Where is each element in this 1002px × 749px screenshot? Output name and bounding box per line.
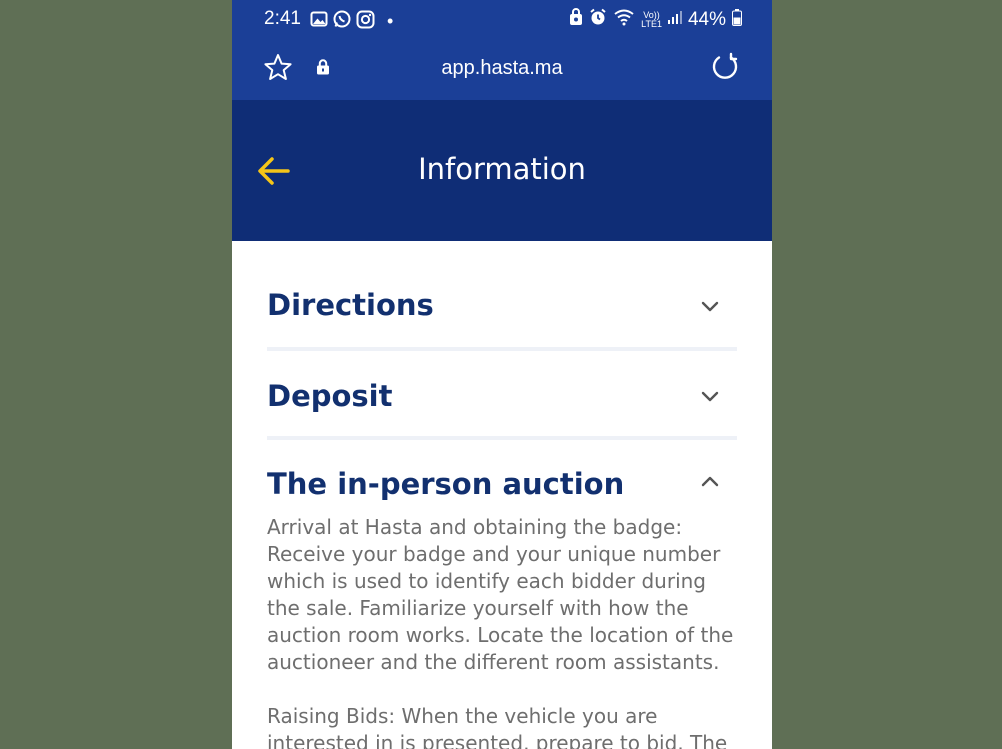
chevron-up-icon — [701, 476, 719, 487]
status-system-icons: Vo)) LTE1 44% — [569, 8, 742, 32]
alarm-icon — [589, 8, 607, 32]
nfc-lock-icon — [569, 8, 583, 32]
auction-paragraph-badge: Arrival at Hasta and obtaining the badge… — [267, 515, 734, 674]
chevron-down-icon — [701, 301, 719, 312]
image-icon — [310, 10, 328, 33]
network-label: LTE1 — [641, 19, 662, 29]
reload-icon — [712, 52, 738, 79]
page-title: Information — [418, 152, 586, 186]
whatsapp-icon — [332, 9, 352, 34]
accordion-title: The in-person auction — [267, 467, 625, 501]
accordion-title: Deposit — [267, 379, 393, 413]
reload-button[interactable] — [710, 52, 740, 82]
information-accordion: Directions Deposit The in-person auction… — [267, 241, 737, 749]
accordion-header-deposit[interactable]: Deposit — [267, 351, 737, 436]
accordion-header-directions[interactable]: Directions — [267, 241, 737, 347]
accordion-item-directions: Directions — [267, 241, 737, 351]
app-header: Information — [232, 100, 772, 241]
wifi-icon — [613, 8, 635, 32]
accordion-item-deposit: Deposit — [267, 351, 737, 440]
status-bar: 2:41 • Vo)) LTE1 44% — [232, 0, 772, 38]
address-bar-url[interactable]: app.hasta.ma — [232, 57, 772, 80]
accordion-body-in-person-auction: Arrival at Hasta and obtaining the badge… — [267, 514, 737, 749]
accordion-header-in-person-auction[interactable]: The in-person auction — [267, 440, 737, 518]
accordion-title: Directions — [267, 288, 434, 322]
status-time: 2:41 — [264, 8, 301, 29]
accordion-item-in-person-auction: The in-person auction Arrival at Hasta a… — [267, 440, 737, 749]
volte-lte-indicator: Vo)) LTE1 — [641, 11, 662, 29]
battery-percent: 44% — [687, 9, 726, 30]
browser-toolbar: app.hasta.ma — [232, 38, 772, 100]
signal-icon — [667, 9, 682, 31]
status-notification-icons: • — [310, 9, 393, 34]
status-dot: • — [387, 11, 394, 31]
auction-paragraph-raising-bids: Raising Bids: When the vehicle you are i… — [267, 704, 728, 749]
chevron-down-icon — [701, 391, 719, 402]
phone-screen: 2:41 • Vo)) LTE1 44% app.hasta.ma Inform… — [232, 0, 772, 749]
instagram-icon — [356, 10, 375, 34]
battery-icon — [732, 8, 742, 32]
